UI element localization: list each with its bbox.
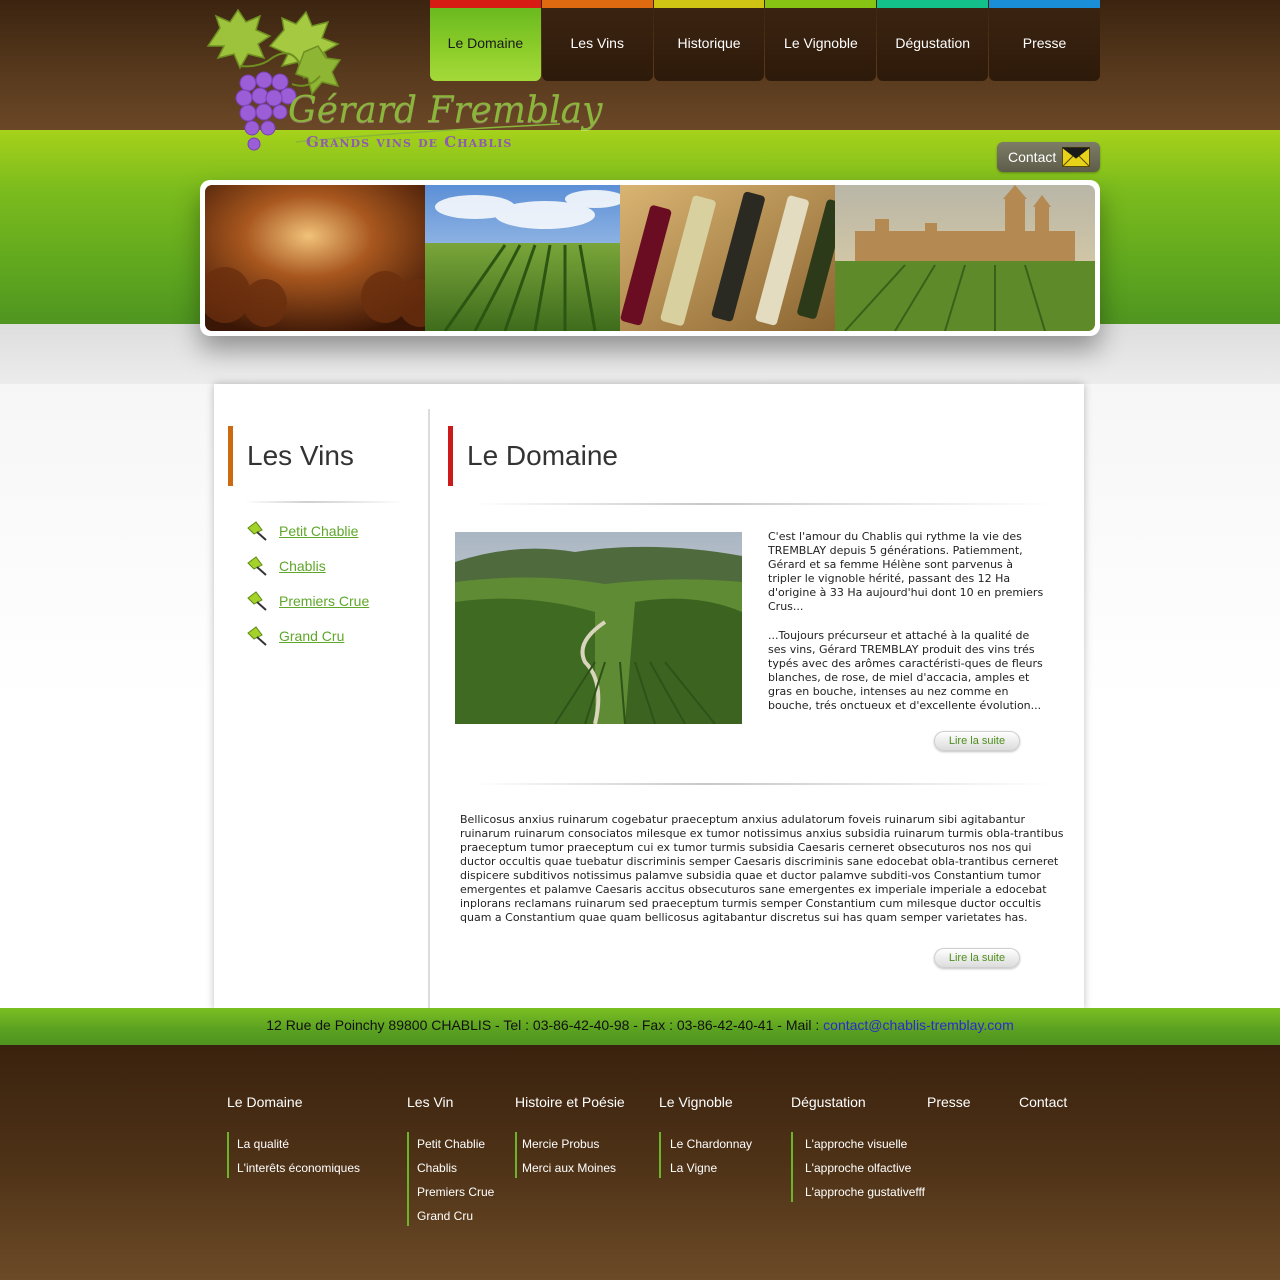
brand-name: Gérard Fremblay	[288, 90, 603, 131]
footer-heading[interactable]: Dégustation	[791, 1094, 925, 1112]
intro-paragraph-1: C'est l'amour du Chablis qui rythme la v…	[768, 530, 1044, 613]
footer-link[interactable]: L'approche visuelle	[805, 1132, 925, 1156]
main-nav: Le Domaine Les Vins Historique Le Vignob…	[430, 0, 1100, 81]
read-more-button-2[interactable]: Lire la suite	[934, 948, 1020, 968]
footer-column-le-domaine: Le Domaine La qualité L'interêts économi…	[227, 1094, 360, 1178]
content-divider	[474, 783, 1054, 785]
nav-item-le-vignoble[interactable]: Le Vignoble	[765, 0, 877, 81]
brand-tagline: Grands vins de Chablis	[306, 133, 513, 151]
footer-heading[interactable]: Les Vin	[407, 1094, 494, 1112]
contact-button[interactable]: Contact	[997, 142, 1100, 172]
nav-item-le-domaine[interactable]: Le Domaine	[430, 0, 541, 81]
address-bar: 12 Rue de Poinchy 89800 CHABLIS - Tel : …	[0, 1008, 1280, 1045]
nav-label: Les Vins	[570, 35, 624, 51]
footer-link[interactable]: La qualité	[237, 1132, 360, 1156]
footer-links: Petit Chablie Chablis Premiers Crue Gran…	[407, 1132, 494, 1226]
footer-links: Le Chardonnay La Vigne	[659, 1132, 752, 1178]
footer-column-contact: Contact	[1019, 1094, 1067, 1112]
footer-links: L'approche visuelle L'approche olfactive…	[791, 1132, 925, 1202]
sidebar-item-label: Petit Chablie	[279, 523, 359, 539]
page-title: Le Domaine	[467, 440, 618, 471]
footer-link[interactable]: L'approche gustativefff	[805, 1180, 925, 1202]
nav-label: Presse	[1022, 35, 1067, 51]
sidebar-item-label: Grand Cru	[279, 628, 345, 644]
banner-photo-collage	[205, 185, 1095, 331]
footer-heading[interactable]: Contact	[1019, 1094, 1067, 1112]
body-paragraph: Bellicosus anxius ruinarum cogebatur pra…	[460, 813, 1064, 924]
footer-column-presse: Presse	[927, 1094, 971, 1112]
pushpin-icon	[247, 626, 267, 646]
vineyard-valley-image	[455, 532, 742, 724]
sidebar-item-label: Premiers Crue	[279, 593, 370, 609]
sidebar-title-accent	[228, 426, 233, 486]
footer-links: La qualité L'interêts économiques	[227, 1132, 360, 1178]
hero-banner	[200, 180, 1100, 336]
footer-links: Mercie Probus Merci aux Moines	[515, 1132, 625, 1178]
sidebar-item-label: Chablis	[279, 558, 326, 574]
footer-column-le-vignoble: Le Vignoble Le Chardonnay La Vigne	[659, 1094, 752, 1178]
footer-link[interactable]: Grand Cru	[417, 1204, 494, 1226]
footer-link[interactable]: L'approche olfactive	[805, 1156, 925, 1180]
sidebar-item-premiers-crue[interactable]: Premiers Crue	[246, 590, 369, 625]
pushpin-icon	[247, 521, 267, 541]
banner-image	[205, 185, 1095, 331]
nav-color-bar	[541, 0, 653, 8]
sidebar-item-grand-cru[interactable]: Grand Cru	[246, 625, 369, 660]
footer-link[interactable]: Petit Chablie	[417, 1132, 494, 1156]
pushpin-icon	[247, 556, 267, 576]
main-content: Les Vins Petit Chablie Chablis Premiers …	[214, 384, 1084, 1010]
email-link[interactable]: contact@chablis-tremblay.com	[823, 1017, 1014, 1033]
nav-item-historique[interactable]: Historique	[653, 0, 765, 81]
envelope-icon	[1062, 147, 1090, 167]
footer-link[interactable]: L'interêts économiques	[237, 1156, 360, 1178]
footer-heading[interactable]: Histoire et Poésie	[515, 1094, 625, 1112]
nav-label: Dégustation	[895, 35, 971, 51]
sidebar-divider	[244, 501, 404, 503]
footer-heading[interactable]: Le Vignoble	[659, 1094, 752, 1112]
nav-label: Le Vignoble	[784, 35, 858, 51]
nav-item-presse[interactable]: Presse	[989, 0, 1100, 81]
address-text: 12 Rue de Poinchy 89800 CHABLIS - Tel : …	[266, 1017, 824, 1033]
nav-color-bar	[430, 0, 541, 8]
footer-link[interactable]: Mercie Probus	[522, 1132, 625, 1156]
sidebar-item-petit-chablie[interactable]: Petit Chablie	[246, 520, 369, 555]
nav-item-les-vins[interactable]: Les Vins	[541, 0, 653, 81]
nav-color-bar	[653, 0, 765, 8]
footer-column-les-vin: Les Vin Petit Chablie Chablis Premiers C…	[407, 1094, 494, 1226]
footer-link[interactable]: La Vigne	[670, 1156, 752, 1178]
footer-heading[interactable]: Le Domaine	[227, 1094, 360, 1112]
footer-column-degustation: Dégustation L'approche visuelle L'approc…	[791, 1094, 925, 1202]
nav-label: Le Domaine	[447, 35, 524, 51]
read-more-button-1[interactable]: Lire la suite	[934, 731, 1020, 751]
nav-color-bar	[765, 0, 877, 8]
contact-button-label: Contact	[1008, 149, 1057, 165]
content-divider	[474, 503, 1054, 505]
footer-heading[interactable]: Presse	[927, 1094, 971, 1112]
vineyard-photo	[455, 532, 742, 724]
sidebar-title: Les Vins	[247, 440, 354, 471]
footer-link[interactable]: Chablis	[417, 1156, 494, 1180]
sidebar-item-chablis[interactable]: Chablis	[246, 555, 369, 590]
content-title-accent	[448, 426, 453, 486]
nav-item-degustation[interactable]: Dégustation	[877, 0, 989, 81]
footer: Le Domaine La qualité L'interêts économi…	[0, 1045, 1280, 1280]
pushpin-icon	[247, 591, 267, 611]
nav-color-bar	[989, 0, 1100, 8]
footer-link[interactable]: Premiers Crue	[417, 1180, 494, 1204]
sidebar-list: Petit Chablie Chablis Premiers Crue Gran…	[246, 520, 369, 660]
nav-color-bar	[877, 0, 989, 8]
footer-link[interactable]: Le Chardonnay	[670, 1132, 752, 1156]
footer-link[interactable]: Merci aux Moines	[522, 1156, 625, 1178]
footer-column-histoire: Histoire et Poésie Mercie Probus Merci a…	[515, 1094, 625, 1178]
nav-label: Historique	[677, 35, 741, 51]
column-divider	[428, 409, 430, 1009]
intro-paragraph-2: ...Toujours précurseur et attaché à la q…	[768, 629, 1043, 712]
